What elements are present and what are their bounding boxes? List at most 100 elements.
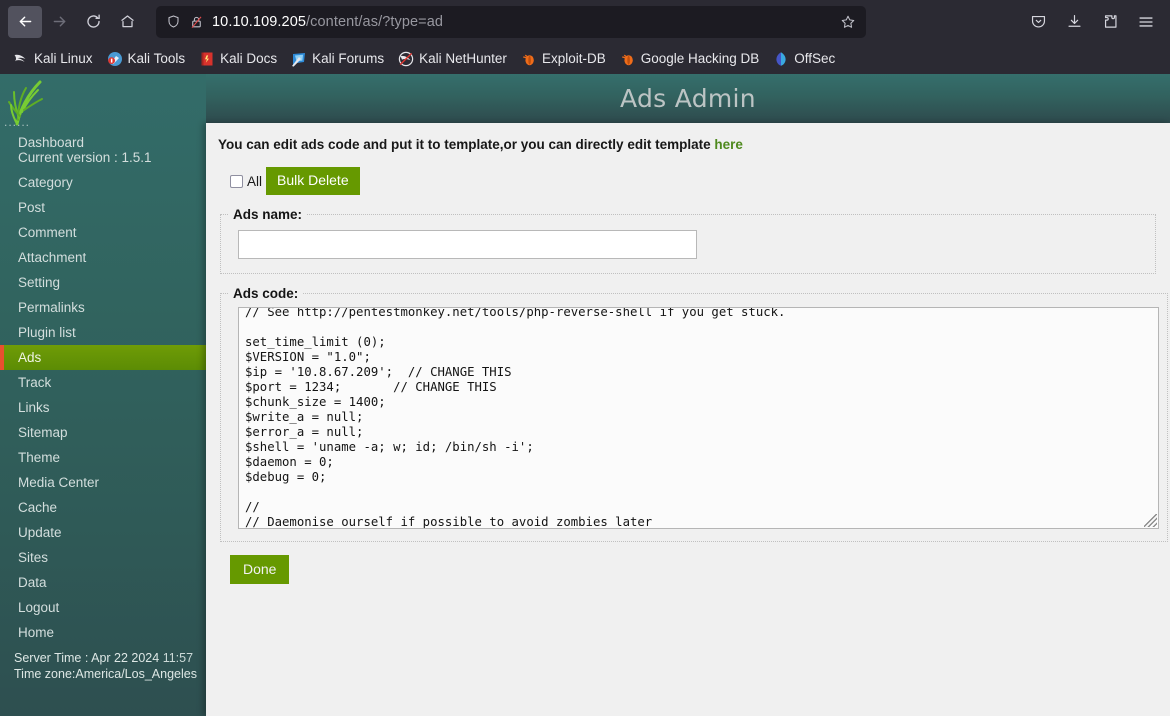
- kali-tools-icon: [107, 51, 122, 66]
- sidebar-item-plugin-list[interactable]: Plugin list: [0, 320, 206, 345]
- bulk-delete-button[interactable]: Bulk Delete: [266, 167, 360, 195]
- home-button[interactable]: [110, 6, 144, 38]
- sidebar-item-label: Permalinks: [18, 300, 85, 315]
- sidebar-item-sitemap[interactable]: Sitemap: [0, 420, 206, 445]
- sidebar-item-label: Post: [18, 200, 46, 215]
- bookmark-label: Exploit-DB: [541, 51, 606, 66]
- sidebar-item-label: Links: [18, 400, 50, 415]
- bookmark-label: OffSec: [794, 51, 836, 66]
- reload-button[interactable]: [76, 6, 110, 38]
- sidebar-item-label: Category: [18, 175, 73, 190]
- sidebar-item-label: Update: [18, 525, 62, 540]
- app-menu-icon[interactable]: [1130, 6, 1162, 38]
- browser-toolbar-icons: [1022, 6, 1162, 38]
- page-viewport: ...... Dashboard Current version : 1.5.1…: [0, 74, 1170, 716]
- tracking-protection-shield-icon[interactable]: [162, 14, 184, 29]
- bulk-actions-row: All Bulk Delete: [230, 167, 1160, 195]
- sidebar-item-label: Home: [18, 625, 55, 640]
- edit-template-link[interactable]: here: [714, 137, 743, 152]
- bookmark-google-hacking-db[interactable]: Google Hacking DB: [613, 48, 767, 70]
- timezone-label: Time zone:America/Los_Angeles: [14, 666, 197, 681]
- admin-content: Ads Admin You can edit ads code and put …: [206, 74, 1170, 716]
- bookmark-label: Kali Docs: [220, 51, 278, 66]
- sidebar-item-media-center[interactable]: Media Center: [0, 470, 206, 495]
- bookmark-kali-tools[interactable]: Kali Tools: [100, 48, 193, 70]
- sidebar-item-attachment[interactable]: Attachment: [0, 245, 206, 270]
- bookmark-kali-docs[interactable]: Kali Docs: [192, 48, 284, 70]
- notice-message: You can edit ads code and put it to temp…: [218, 137, 715, 152]
- google-hacking-db-icon: [621, 54, 633, 65]
- bookmarks-bar: Kali Linux Kali Tools Kali Docs Kali For…: [0, 43, 1170, 74]
- sidebar-item-logout[interactable]: Logout: [0, 595, 206, 620]
- browser-chrome: 10.10.109.205/content/as/?type=ad Kali L…: [0, 0, 1170, 74]
- ads-name-legend: Ads name:: [233, 207, 303, 222]
- logo-dots: ......: [4, 115, 31, 129]
- sidebar-item-cache[interactable]: Cache: [0, 495, 206, 520]
- sidebar-item-home[interactable]: Home: [0, 620, 206, 645]
- done-button[interactable]: Done: [230, 555, 290, 584]
- sidebar-item-permalinks[interactable]: Permalinks: [0, 295, 206, 320]
- forward-button[interactable]: [42, 6, 76, 38]
- page-header: Ads Admin: [206, 74, 1170, 123]
- back-button[interactable]: [8, 5, 42, 38]
- sidebar-item-label: Ads: [18, 350, 42, 365]
- sidebar-item-update[interactable]: Update: [0, 520, 206, 545]
- kali-nethunter-icon: [398, 51, 414, 66]
- bookmark-label: Kali Forums: [312, 51, 385, 66]
- ads-name-fieldset: Ads name:: [220, 207, 1156, 274]
- extensions-icon[interactable]: [1094, 6, 1126, 38]
- bookmark-star-icon[interactable]: [834, 8, 862, 36]
- ads-name-input[interactable]: [238, 230, 697, 259]
- url-path: /content/as/?type=ad: [306, 13, 444, 30]
- bookmark-label: Kali NetHunter: [419, 51, 507, 66]
- notice-text: You can edit ads code and put it to temp…: [216, 133, 1160, 154]
- sidebar-item-track[interactable]: Track: [0, 370, 206, 395]
- sidebar-item-theme[interactable]: Theme: [0, 445, 206, 470]
- ads-panel: You can edit ads code and put it to temp…: [206, 123, 1170, 716]
- sidebar-item-sites[interactable]: Sites: [0, 545, 206, 570]
- page-title: Ads Admin: [620, 84, 756, 113]
- bookmark-label: Kali Tools: [127, 51, 186, 66]
- admin-sidebar: ...... Dashboard Current version : 1.5.1…: [0, 74, 206, 716]
- sidebar-item-label: Media Center: [18, 475, 100, 490]
- insecure-connection-icon[interactable]: [184, 14, 208, 30]
- browser-window: 10.10.109.205/content/as/?type=ad Kali L…: [0, 0, 1170, 716]
- kali-docs-icon: [201, 52, 213, 65]
- sidebar-item-data[interactable]: Data: [0, 570, 206, 595]
- pocket-icon[interactable]: [1022, 6, 1054, 38]
- sidebar-item-comment[interactable]: Comment: [0, 220, 206, 245]
- sidebar-item-category[interactable]: Category: [0, 170, 206, 195]
- server-time-value: 11:57: [162, 651, 194, 665]
- bookmark-kali-forums[interactable]: Kali Forums: [284, 48, 391, 70]
- sidebar-item-ads[interactable]: Ads: [0, 345, 206, 370]
- bookmark-exploit-db[interactable]: Exploit-DB: [514, 48, 613, 70]
- sidebar-item-label: Dashboard: [18, 135, 85, 150]
- server-time-label: Server Time : Apr 22 2024: [14, 651, 160, 665]
- bookmark-offsec[interactable]: OffSec: [766, 48, 842, 70]
- bookmark-kali-linux[interactable]: Kali Linux: [6, 48, 100, 70]
- select-all-checkbox[interactable]: [230, 174, 243, 188]
- sidebar-item-label: Setting: [18, 275, 61, 290]
- bookmark-label: Google Hacking DB: [640, 51, 760, 66]
- sidebar-item-setting[interactable]: Setting: [0, 270, 206, 295]
- address-bar[interactable]: 10.10.109.205/content/as/?type=ad: [156, 5, 866, 38]
- ads-code-legend: Ads code:: [233, 286, 299, 301]
- bookmark-label: Kali Linux: [34, 51, 93, 66]
- sidebar-item-post[interactable]: Post: [0, 195, 206, 220]
- current-version-label: Current version : 1.5.1: [18, 150, 152, 165]
- server-time-block: Server Time : Apr 22 2024 11:57 Time zon…: [0, 645, 206, 686]
- sidebar-item-label: Cache: [18, 500, 58, 515]
- exploit-db-icon: [523, 54, 534, 65]
- sidebar-item-dashboard[interactable]: Dashboard Current version : 1.5.1: [0, 130, 206, 170]
- downloads-icon[interactable]: [1058, 6, 1090, 38]
- url-text: 10.10.109.205/content/as/?type=ad: [212, 14, 443, 30]
- kali-dragon-icon: [14, 54, 26, 62]
- sidebar-item-label: Sitemap: [18, 425, 68, 440]
- bookmark-kali-nethunter[interactable]: Kali NetHunter: [391, 48, 514, 70]
- sidebar-nav: Dashboard Current version : 1.5.1 Catego…: [0, 130, 206, 686]
- offsec-icon: [776, 51, 786, 66]
- ads-code-textarea[interactable]: [238, 307, 1159, 529]
- sidebar-item-links[interactable]: Links: [0, 395, 206, 420]
- sidebar-item-label: Attachment: [18, 250, 87, 265]
- sidebar-item-label: Theme: [18, 450, 61, 465]
